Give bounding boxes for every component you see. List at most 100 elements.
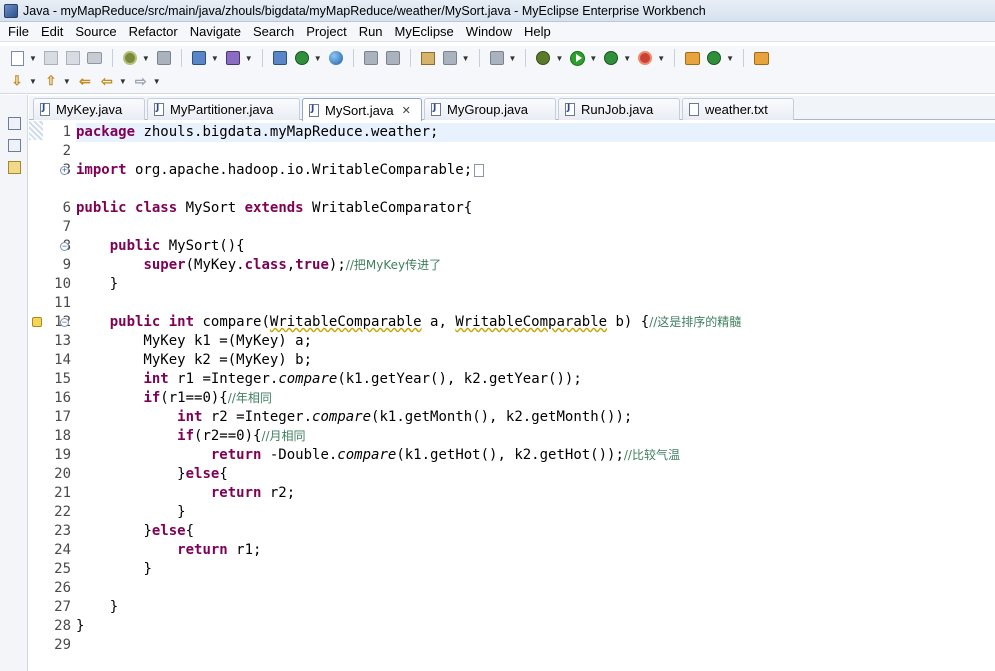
save-button[interactable] bbox=[42, 49, 60, 67]
code-text-area[interactable]: package zhouls.bigdata.myMapReduce.weath… bbox=[76, 121, 995, 671]
code-text: org.apache.hadoop.io.WritableComparable; bbox=[126, 162, 473, 178]
new-package-button[interactable] bbox=[683, 49, 701, 67]
code-line: } bbox=[76, 276, 119, 292]
server-button[interactable] bbox=[155, 49, 173, 67]
new-service-dropdown-icon[interactable]: ▼ bbox=[245, 54, 253, 63]
main-toolbar: ▼ ▼ ▼ ▼ ▼ ▼ ▼ ▼ ▼ ▼ ▼ ▼ bbox=[0, 46, 995, 70]
fold-expand-icon[interactable]: + bbox=[60, 166, 69, 175]
fold-collapse-icon[interactable]: − bbox=[60, 318, 69, 327]
new-web-button[interactable] bbox=[190, 49, 208, 67]
tab-runjob[interactable]: J RunJob.java bbox=[558, 98, 680, 120]
menu-source[interactable]: Source bbox=[69, 22, 122, 42]
keyword: if bbox=[143, 390, 161, 406]
menu-help[interactable]: Help bbox=[518, 22, 557, 42]
settings-dropdown-icon[interactable]: ▼ bbox=[142, 54, 150, 63]
new-button[interactable] bbox=[8, 49, 26, 67]
menu-file[interactable]: File bbox=[2, 22, 35, 42]
report-icon bbox=[442, 51, 457, 65]
deploy-button[interactable] bbox=[271, 49, 289, 67]
external-tools-dropdown-icon[interactable]: ▼ bbox=[657, 54, 665, 63]
menu-search[interactable]: Search bbox=[247, 22, 300, 42]
gear-icon bbox=[122, 51, 137, 65]
menu-project[interactable]: Project bbox=[300, 22, 352, 42]
external-tools-button[interactable] bbox=[636, 49, 654, 67]
code-line: } bbox=[76, 503, 185, 522]
keyword: else bbox=[151, 523, 186, 539]
next-annotation-dropdown-icon[interactable]: ▼ bbox=[29, 77, 37, 86]
keyword: class bbox=[135, 200, 178, 216]
forward-dropdown-icon[interactable]: ▼ bbox=[153, 77, 161, 86]
coverage-dropdown-icon[interactable]: ▼ bbox=[623, 54, 631, 63]
back-button[interactable]: ⇦ bbox=[98, 72, 116, 90]
save-all-button[interactable] bbox=[64, 49, 82, 67]
code-editor[interactable]: 1 2 3 6 7 8 9 10 11 12 13 14 15 16 17 18… bbox=[29, 121, 995, 671]
fold-collapse-icon[interactable]: − bbox=[60, 242, 69, 251]
package-icon bbox=[684, 51, 700, 65]
run-button[interactable] bbox=[568, 49, 586, 67]
code-line: MyKey k1 =(MyKey) a; bbox=[76, 333, 313, 349]
db-button[interactable] bbox=[419, 49, 437, 67]
forward-button[interactable]: ⇨ bbox=[132, 72, 150, 90]
new-dropdown-icon[interactable]: ▼ bbox=[29, 54, 37, 63]
report-button[interactable] bbox=[441, 49, 459, 67]
new-class-dropdown-icon[interactable]: ▼ bbox=[726, 54, 734, 63]
line-number: 28 bbox=[54, 618, 71, 634]
run-dropdown-icon[interactable]: ▼ bbox=[589, 54, 597, 63]
new-web-dropdown-icon[interactable]: ▼ bbox=[211, 54, 219, 63]
code-text: compare( bbox=[194, 314, 270, 330]
static-method: compare bbox=[312, 409, 372, 425]
open-folder-button[interactable] bbox=[752, 49, 770, 67]
tab-mysort[interactable]: J MySort.java ✕ bbox=[302, 98, 422, 121]
line-number: 17 bbox=[54, 409, 71, 425]
back-dropdown-icon[interactable]: ▼ bbox=[119, 77, 127, 86]
debug-button[interactable] bbox=[534, 49, 552, 67]
debug-dropdown-icon[interactable]: ▼ bbox=[555, 54, 563, 63]
menu-refactor[interactable]: Refactor bbox=[123, 22, 184, 42]
new-class-button[interactable] bbox=[705, 49, 723, 67]
code-line: }else{ bbox=[76, 522, 194, 541]
coverage-button[interactable] bbox=[602, 49, 620, 67]
run-server-button[interactable] bbox=[293, 49, 311, 67]
line-number: 15 bbox=[54, 371, 71, 387]
keyword: public bbox=[76, 200, 127, 216]
tab-mykey[interactable]: J MyKey.java bbox=[33, 98, 145, 120]
tab-weather-txt[interactable]: weather.txt bbox=[682, 98, 794, 120]
menu-edit[interactable]: Edit bbox=[35, 22, 69, 42]
menu-window[interactable]: Window bbox=[460, 22, 518, 42]
menu-run[interactable]: Run bbox=[353, 22, 389, 42]
menu-navigate[interactable]: Navigate bbox=[184, 22, 247, 42]
open-type-button[interactable] bbox=[362, 49, 380, 67]
code-text: { bbox=[185, 523, 195, 539]
static-method: compare bbox=[278, 371, 338, 387]
tab-mygroup[interactable]: J MyGroup.java bbox=[424, 98, 556, 120]
camera-dropdown-icon[interactable]: ▼ bbox=[509, 54, 517, 63]
code-line: import org.apache.hadoop.io.WritableComp… bbox=[76, 161, 485, 180]
code-line: return -Double.compare(k1.getHot(), k2.g… bbox=[76, 446, 680, 465]
back-arrow-icon: ⇦ bbox=[100, 72, 113, 89]
report-dropdown-icon[interactable]: ▼ bbox=[462, 54, 470, 63]
run-server-dropdown-icon[interactable]: ▼ bbox=[314, 54, 322, 63]
prev-annotation-button[interactable]: ⇧ bbox=[42, 72, 60, 90]
new-service-button[interactable] bbox=[224, 49, 242, 67]
camera-button[interactable] bbox=[488, 49, 506, 67]
collapsed-imports-icon[interactable] bbox=[474, 163, 485, 177]
close-tab-icon[interactable]: ✕ bbox=[402, 104, 411, 117]
browser-button[interactable] bbox=[327, 49, 345, 67]
package-explorer-icon[interactable] bbox=[8, 139, 21, 152]
hierarchy-icon[interactable] bbox=[8, 161, 21, 174]
restore-view-icon[interactable] bbox=[8, 117, 21, 130]
line-number: 19 bbox=[54, 447, 71, 463]
settings-button[interactable] bbox=[121, 49, 139, 67]
print-button[interactable] bbox=[86, 49, 104, 67]
menu-myeclipse[interactable]: MyEclipse bbox=[389, 22, 460, 42]
prev-annotation-dropdown-icon[interactable]: ▼ bbox=[63, 77, 71, 86]
next-annotation-button[interactable]: ⇩ bbox=[8, 72, 26, 90]
line-number: 21 bbox=[54, 485, 71, 501]
server-run-icon bbox=[294, 51, 309, 65]
tab-mypartitioner[interactable]: J MyPartitioner.java bbox=[147, 98, 300, 120]
raw-type-warning: WritableComparable bbox=[269, 314, 422, 330]
code-text: (MyKey. bbox=[185, 257, 245, 273]
code-line: } bbox=[76, 598, 118, 617]
open-resource-button[interactable] bbox=[384, 49, 402, 67]
last-edit-button[interactable]: ⇐ bbox=[76, 72, 94, 90]
